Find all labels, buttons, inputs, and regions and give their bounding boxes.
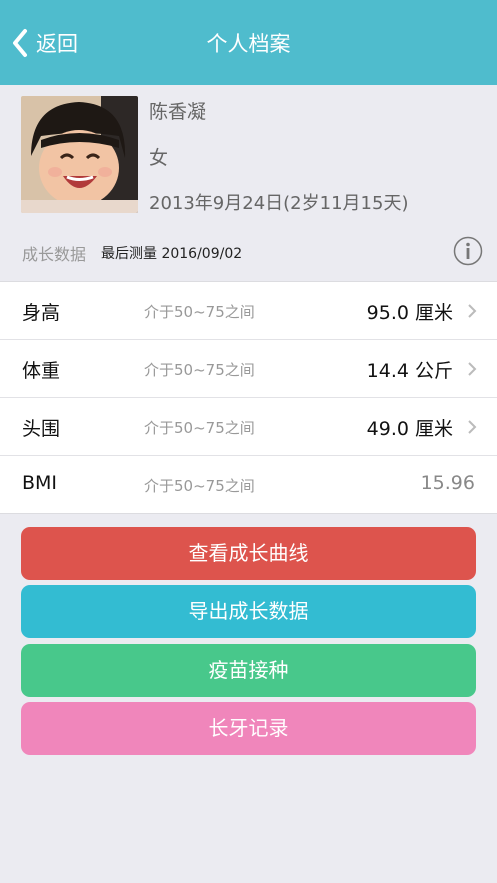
- growth-table: 身高 介于50~75之间 95.0 厘米 体重 介于50~75之间 14.4 公…: [0, 281, 497, 514]
- table-row-height[interactable]: 身高 介于50~75之间 95.0 厘米: [0, 282, 497, 340]
- child-photo: [21, 96, 138, 213]
- export-growth-data-button[interactable]: 导出成长数据: [21, 585, 476, 638]
- last-measure-date: 最后测量 2016/09/02: [101, 246, 243, 262]
- row-value: 14.4 公斤: [366, 360, 453, 382]
- row-value: 49.0 厘米: [366, 418, 453, 440]
- vaccination-button[interactable]: 疫苗接种: [21, 644, 476, 697]
- info-icon[interactable]: [453, 236, 483, 266]
- row-range: 介于50~75之间: [144, 303, 255, 321]
- child-name: 陈香凝: [149, 101, 207, 123]
- growth-title: 成长数据: [22, 245, 87, 264]
- chevron-right-icon: [468, 420, 477, 434]
- chevron-right-icon: [468, 304, 477, 318]
- teething-record-button[interactable]: 长牙记录: [21, 702, 476, 755]
- child-birthdate: 2013年9月24日(2岁11月15天): [149, 193, 409, 214]
- row-label: BMI: [22, 472, 58, 494]
- row-label: 头围: [22, 418, 61, 440]
- row-label: 体重: [22, 360, 61, 382]
- row-range: 介于50~75之间: [144, 419, 255, 437]
- row-value: 15.96: [420, 472, 475, 494]
- child-gender: 女: [149, 147, 169, 169]
- table-row-weight[interactable]: 体重 介于50~75之间 14.4 公斤: [0, 340, 497, 398]
- profile-section: 陈香凝 女 2013年9月24日(2岁11月15天): [0, 85, 497, 225]
- row-range: 介于50~75之间: [144, 361, 255, 379]
- table-row-head[interactable]: 头围 介于50~75之间 49.0 厘米: [0, 398, 497, 456]
- view-growth-curve-button[interactable]: 查看成长曲线: [21, 527, 476, 580]
- row-range: 介于50~75之间: [144, 477, 255, 495]
- row-label: 身高: [22, 302, 61, 324]
- row-value: 95.0 厘米: [366, 302, 453, 324]
- page-title: 个人档案: [206, 32, 291, 56]
- chevron-right-icon: [468, 362, 477, 376]
- growth-header: 成长数据 最后测量 2016/09/02: [0, 225, 497, 281]
- avatar[interactable]: [21, 96, 138, 213]
- table-row-bmi: BMI 介于50~75之间 15.96: [0, 456, 497, 514]
- navigation-bar: 返回 个人档案: [0, 0, 497, 85]
